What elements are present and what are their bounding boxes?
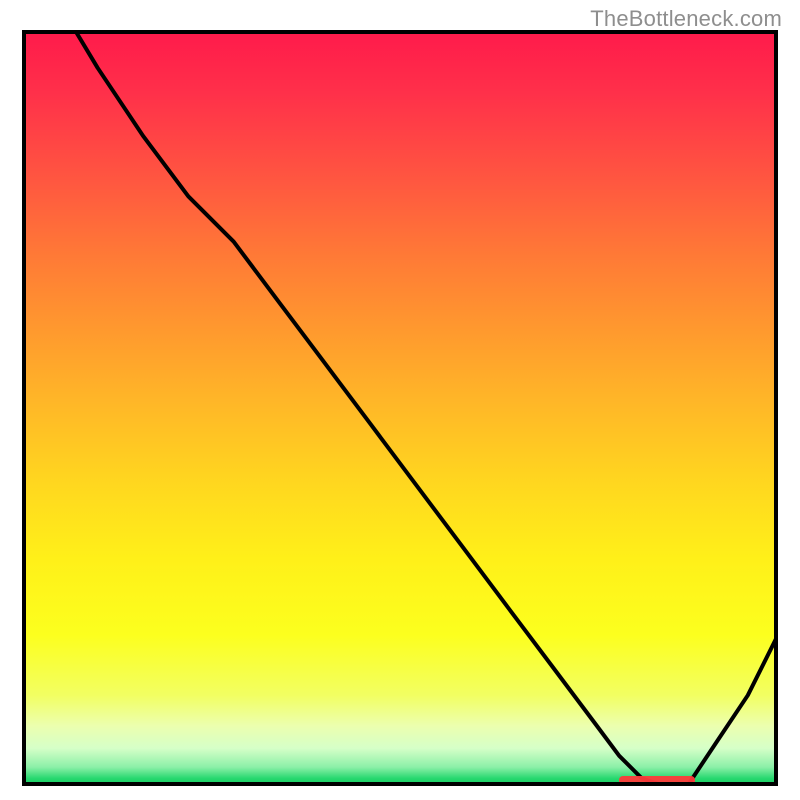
bottom-marker xyxy=(619,776,695,785)
chart-container: TheBottleneck.com xyxy=(0,0,800,800)
watermark-text: TheBottleneck.com xyxy=(590,6,782,32)
chart-background-gradient xyxy=(22,30,778,786)
